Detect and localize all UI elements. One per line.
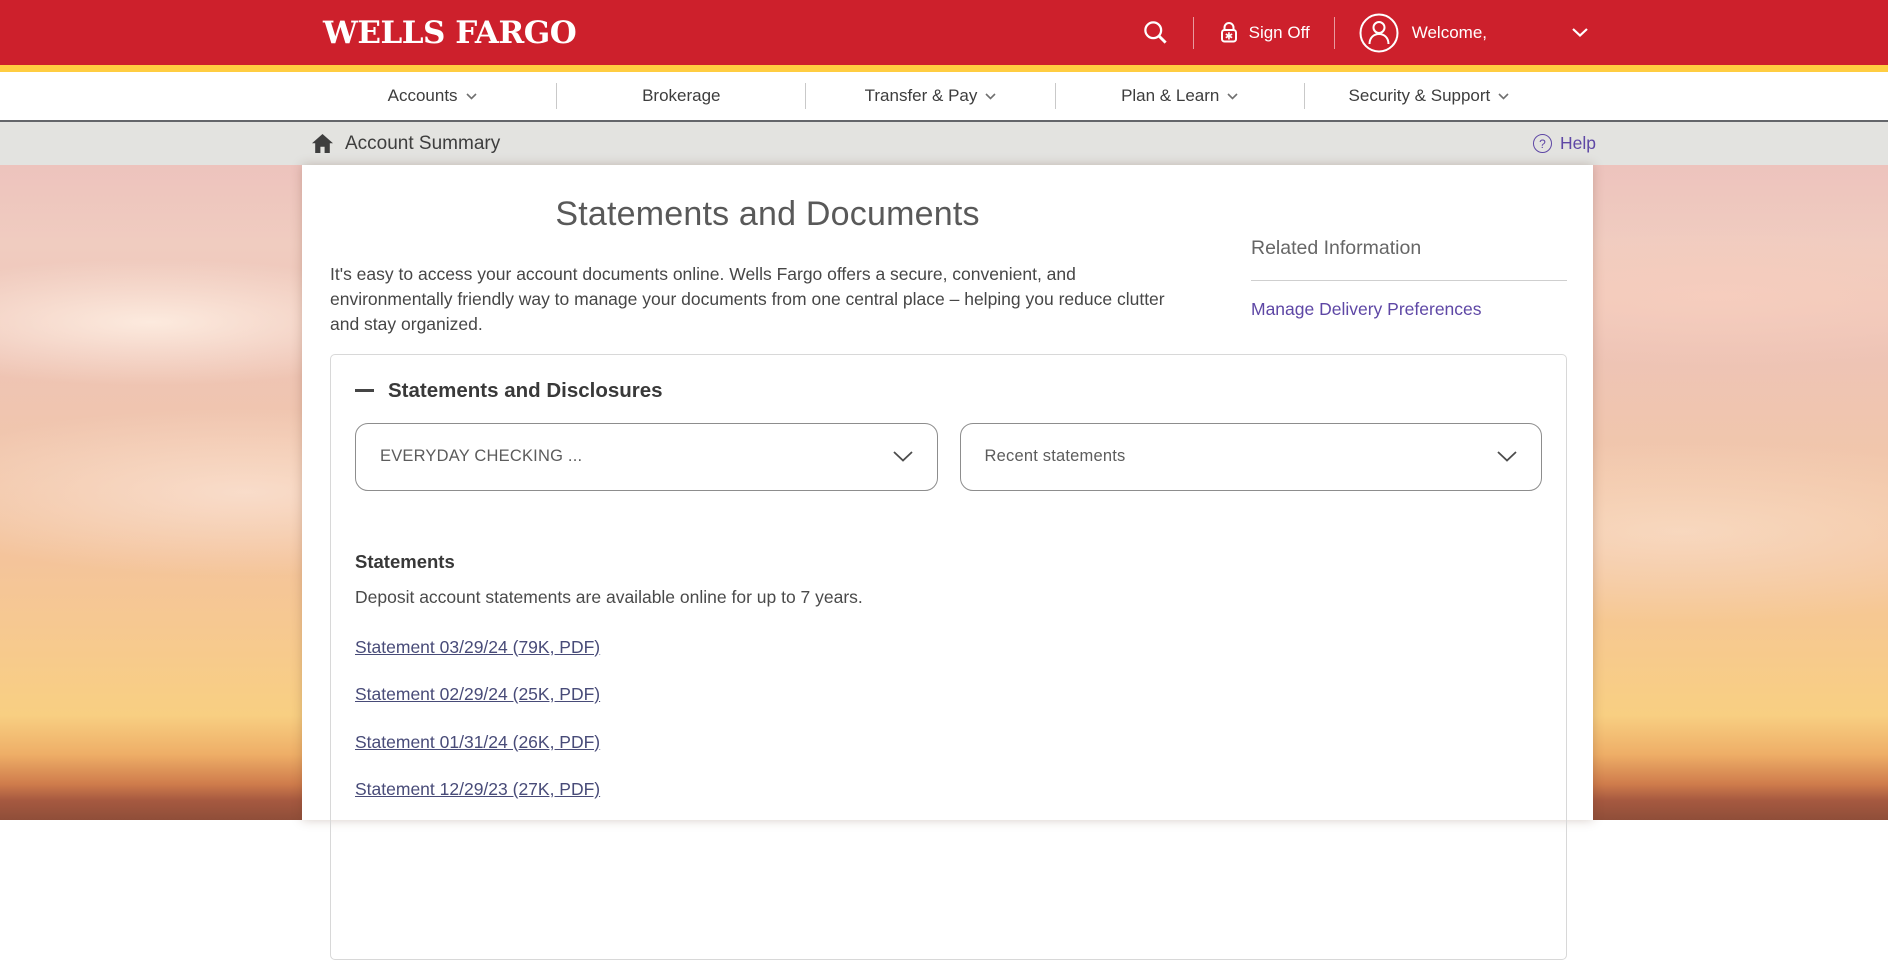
sign-off-button[interactable]: ✱ Sign Off <box>1218 20 1310 45</box>
statement-link[interactable]: Statement 03/29/24 (79K, PDF) <box>355 637 600 658</box>
nav-item-plan-learn[interactable]: Plan & Learn <box>1056 86 1304 106</box>
avatar-icon <box>1359 13 1399 53</box>
statement-link[interactable]: Statement 01/31/24 (26K, PDF) <box>355 732 600 753</box>
chevron-down-icon <box>985 93 996 100</box>
nav-item-brokerage[interactable]: Brokerage <box>557 86 805 106</box>
home-icon[interactable] <box>312 134 333 153</box>
content-panel: Statements and Documents It's easy to ac… <box>302 165 1593 820</box>
breadcrumb-title[interactable]: Account Summary <box>345 133 500 155</box>
statement-link[interactable]: Statement 02/29/24 (25K, PDF) <box>355 684 600 705</box>
primary-nav: Accounts Brokerage Transfer & Pay Plan &… <box>0 72 1888 120</box>
collapse-section-icon[interactable] <box>355 389 374 392</box>
statement-range-value: Recent statements <box>985 447 1126 466</box>
account-select-dropdown[interactable]: EVERYDAY CHECKING ... <box>355 423 938 491</box>
chevron-down-icon <box>1497 451 1517 462</box>
sign-off-label: Sign Off <box>1249 23 1310 43</box>
chevron-down-icon <box>466 93 477 100</box>
manage-delivery-preferences-link[interactable]: Manage Delivery Preferences <box>1251 299 1482 319</box>
header-divider <box>1334 17 1335 49</box>
nav-item-transfer-pay[interactable]: Transfer & Pay <box>806 86 1054 106</box>
statement-range-dropdown[interactable]: Recent statements <box>960 423 1543 491</box>
intro-text: It's easy to access your account documen… <box>330 262 1192 338</box>
page-title: Statements and Documents <box>330 195 1205 234</box>
help-icon: ? <box>1533 134 1552 153</box>
lock-icon: ✱ <box>1218 20 1240 45</box>
chevron-down-icon <box>893 451 913 462</box>
page-body: Statements and Documents It's easy to ac… <box>0 165 1888 820</box>
chevron-down-icon <box>1498 93 1509 100</box>
nav-item-accounts[interactable]: Accounts <box>308 86 556 106</box>
brand-yellow-stripe <box>0 65 1888 72</box>
nav-item-security-support[interactable]: Security & Support <box>1305 86 1553 106</box>
wells-fargo-logo: WELLS FARGO <box>323 15 576 51</box>
account-select-value: EVERYDAY CHECKING ... <box>380 447 582 466</box>
header-divider <box>1193 17 1194 49</box>
chevron-down-icon <box>1572 28 1588 37</box>
statements-note: Deposit account statements are available… <box>355 587 1542 608</box>
profile-menu[interactable]: Welcome, <box>1359 13 1588 53</box>
top-header: WELLS FARGO ✱ Sign Off <box>0 0 1888 65</box>
statements-disclosures-card: Statements and Disclosures EVERYDAY CHEC… <box>330 354 1567 960</box>
svg-text:✱: ✱ <box>1224 32 1232 43</box>
statement-links-list: Statement 03/29/24 (79K, PDF) Statement … <box>355 637 1542 801</box>
help-link[interactable]: ? Help <box>1533 133 1596 154</box>
related-information-heading: Related Information <box>1251 237 1567 260</box>
related-information-section: Related Information Manage Delivery Pref… <box>1251 237 1567 338</box>
related-divider <box>1251 280 1567 281</box>
statements-heading: Statements <box>355 551 1542 573</box>
help-label: Help <box>1560 133 1596 154</box>
card-title: Statements and Disclosures <box>388 379 663 403</box>
search-button[interactable] <box>1142 19 1169 46</box>
welcome-label: Welcome, <box>1412 23 1487 43</box>
breadcrumb-bar: Account Summary ? Help <box>0 120 1888 165</box>
statement-link[interactable]: Statement 12/29/23 (27K, PDF) <box>355 779 600 800</box>
chevron-down-icon <box>1227 93 1238 100</box>
search-icon <box>1142 19 1169 46</box>
